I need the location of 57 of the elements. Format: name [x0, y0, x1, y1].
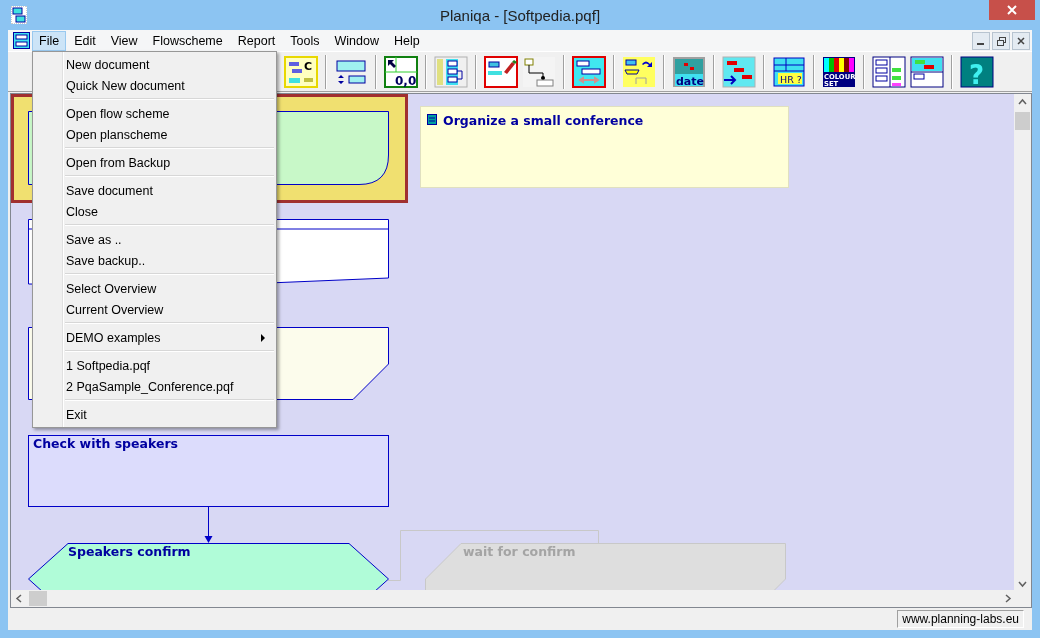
columns-button[interactable]: [872, 55, 906, 88]
menu-item[interactable]: File: [32, 30, 67, 51]
restore-button[interactable]: [992, 32, 1010, 50]
connector-button[interactable]: [522, 55, 556, 88]
plan-button[interactable]: [910, 55, 944, 88]
menu-entry[interactable]: 2 PqaSample_Conference.pqf: [33, 376, 276, 397]
menu-entry[interactable]: Current Overview: [33, 299, 276, 320]
menu-item[interactable]: Tools: [283, 30, 327, 51]
menu-entry[interactable]: Open flow scheme: [33, 103, 276, 124]
menu-entry[interactable]: New document: [33, 54, 276, 75]
menu-entry[interactable]: Save backup..: [33, 250, 276, 271]
menu-item[interactable]: View: [103, 30, 145, 51]
origin-button[interactable]: 0,0: [384, 55, 418, 88]
tree-button[interactable]: [434, 55, 468, 88]
gantt-button[interactable]: [722, 55, 756, 88]
menu-item[interactable]: Window: [327, 30, 386, 51]
flow-button[interactable]: [622, 55, 656, 88]
restore-icon: [996, 36, 1006, 46]
menu-entry[interactable]: Exit: [33, 404, 276, 425]
menu-entry[interactable]: DEMO examples: [33, 327, 276, 348]
menu-item[interactable]: Flowscheme: [145, 30, 230, 51]
note-node[interactable]: [420, 106, 789, 188]
window-title: Planiqa - [Softpedia.pqf]: [438, 6, 602, 24]
minimize-button[interactable]: [972, 32, 990, 50]
close-icon: [1007, 5, 1017, 15]
date-button[interactable]: date: [672, 55, 706, 88]
flow-arrow: [204, 506, 213, 544]
menu-item[interactable]: Help: [386, 30, 427, 51]
close-button[interactable]: [1012, 32, 1030, 50]
close-button[interactable]: [989, 0, 1035, 20]
node-label: wait for confirm: [463, 544, 576, 559]
menu-entry[interactable]: Close: [33, 201, 276, 222]
menu-entry[interactable]: Save as ..: [33, 229, 276, 250]
resources-button[interactable]: HR ?: [772, 55, 806, 88]
app-icon: [11, 6, 27, 24]
scroll-thumb[interactable]: [29, 591, 47, 606]
node-label: Check with speakers: [33, 436, 179, 451]
align-button[interactable]: [572, 55, 606, 88]
menu-item[interactable]: Edit: [67, 30, 103, 51]
process-node[interactable]: [28, 435, 389, 507]
website-link[interactable]: www.planning-labs.eu: [897, 610, 1024, 628]
menu-entry[interactable]: Quick New document: [33, 75, 276, 96]
edit-button[interactable]: [484, 55, 518, 88]
menu-entry[interactable]: Save document: [33, 180, 276, 201]
close-icon: [1017, 37, 1025, 45]
menu-item[interactable]: Report: [230, 30, 283, 51]
sketch-button[interactable]: C: [284, 55, 318, 88]
menu-entry[interactable]: Open from Backup: [33, 152, 276, 173]
node-label: Speakers confirm: [68, 544, 191, 559]
node-label: Organize a small conference: [443, 113, 644, 128]
menu-entry[interactable]: Open planscheme: [33, 124, 276, 145]
submenu-arrow-icon: [261, 333, 266, 342]
menu-entry[interactable]: Select Overview: [33, 278, 276, 299]
document-icon[interactable]: [13, 32, 30, 49]
scroll-thumb[interactable]: [1015, 112, 1030, 130]
note-icon: [427, 114, 437, 125]
menu-entry[interactable]: 1 Softpedia.pqf: [33, 355, 276, 376]
